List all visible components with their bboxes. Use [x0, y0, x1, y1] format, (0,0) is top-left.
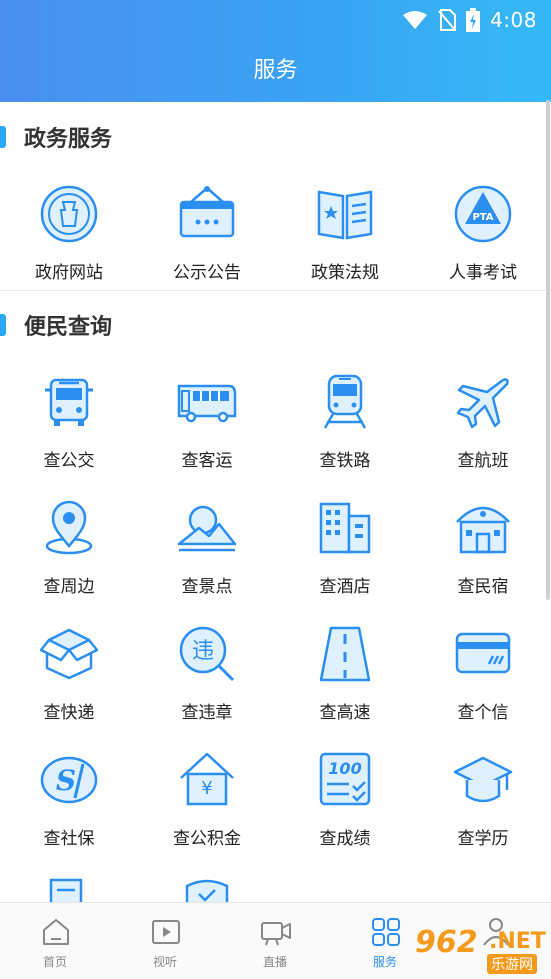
- query-score[interactable]: 100 查成绩: [276, 750, 414, 860]
- service-label: 查酒店: [319, 577, 371, 597]
- grid-icon: [372, 918, 400, 946]
- watermark-site: 乐游网: [487, 954, 537, 974]
- query-more-1[interactable]: [0, 876, 138, 902]
- service-government-website[interactable]: 政府网站: [0, 184, 138, 294]
- no-sim-icon: [438, 9, 457, 31]
- service-label: 政策法规: [311, 263, 379, 283]
- wifi-icon: [403, 11, 428, 29]
- document-icon: [49, 878, 83, 902]
- service-label: 查民宿: [457, 577, 509, 597]
- query-scenic[interactable]: 查景点: [138, 498, 276, 608]
- query-housing-fund[interactable]: ¥ 查公积金: [138, 750, 276, 860]
- social-security-icon: S: [40, 756, 98, 804]
- site-watermark: 962 .NET 乐游网: [415, 925, 547, 975]
- scrollbar[interactable]: [546, 100, 550, 600]
- section-title-convenience: 便民查询: [0, 305, 112, 345]
- section-accent-bar: [0, 126, 6, 148]
- section-accent-bar: [0, 314, 6, 336]
- home-icon: [43, 919, 69, 945]
- service-label: 查违章: [181, 703, 233, 723]
- query-railway[interactable]: 查铁路: [276, 372, 414, 482]
- highway-icon: [319, 626, 371, 682]
- service-public-notice[interactable]: 公示公告: [138, 184, 276, 294]
- package-icon: [39, 628, 99, 680]
- airplane-icon: [456, 378, 509, 429]
- homestay-icon: [456, 506, 510, 554]
- service-label: 查高速: [319, 703, 371, 723]
- tab-label: 直播: [262, 955, 287, 969]
- violation-search-icon: 违: [179, 626, 235, 682]
- query-violation[interactable]: 违 查违章: [138, 624, 276, 734]
- shield-icon: [185, 879, 229, 902]
- service-label: 查学历: [457, 829, 509, 849]
- tab-video[interactable]: 视听: [110, 903, 220, 979]
- section-title-government: 政务服务: [0, 117, 112, 157]
- tab-label: 视听: [152, 955, 177, 969]
- graduation-cap-icon: [453, 756, 513, 803]
- pta-exam-icon: PTA: [454, 185, 512, 243]
- service-label: 查公积金: [173, 829, 241, 849]
- query-hotel[interactable]: 查酒店: [276, 498, 414, 608]
- policy-book-icon: [317, 190, 373, 240]
- svg-text:违: 违: [192, 639, 214, 664]
- tab-home[interactable]: 首页: [0, 903, 110, 979]
- bus-icon: [45, 378, 93, 426]
- scenery-icon: [177, 505, 237, 552]
- location-pin-icon: [45, 500, 93, 555]
- query-homestay[interactable]: 查民宿: [414, 498, 551, 608]
- service-label: 查景点: [181, 577, 233, 597]
- section-divider: [0, 290, 551, 291]
- score-icon: 100: [319, 752, 371, 806]
- status-time: 4:08: [490, 8, 537, 32]
- service-label: 查公交: [43, 451, 95, 471]
- train-icon: [323, 374, 367, 429]
- notice-board-icon: [179, 186, 235, 238]
- service-content[interactable]: 政务服务 政府网站 公示公告 政策法规 PTA 人事考试 便民查询 查公交 查客…: [0, 102, 551, 902]
- query-coach[interactable]: 查客运: [138, 372, 276, 482]
- service-label: 查快递: [43, 703, 95, 723]
- tab-live[interactable]: 直播: [220, 903, 330, 979]
- housing-fund-icon: ¥: [180, 752, 234, 806]
- status-bar: 4:08: [402, 4, 537, 36]
- service-label: 查铁路: [319, 451, 371, 471]
- credit-card-icon: [455, 632, 511, 674]
- service-label: 查客运: [181, 451, 233, 471]
- service-label: 人事考试: [449, 263, 517, 283]
- video-icon: [152, 920, 180, 944]
- query-flight[interactable]: 查航班: [414, 372, 551, 482]
- svg-text:¥: ¥: [201, 778, 212, 799]
- page-title: 服务: [253, 58, 298, 83]
- service-label: 政府网站: [35, 263, 103, 283]
- hotel-icon: [319, 502, 371, 554]
- service-label: 查社保: [43, 829, 95, 849]
- service-policy[interactable]: 政策法规: [276, 184, 414, 294]
- section-title-text: 便民查询: [24, 315, 113, 340]
- query-social-security[interactable]: S 查社保: [0, 750, 138, 860]
- query-bus[interactable]: 查公交: [0, 372, 138, 482]
- tab-label: 首页: [42, 955, 67, 969]
- service-label: 查成绩: [319, 829, 371, 849]
- live-camera-icon: [261, 922, 291, 946]
- query-nearby[interactable]: 查周边: [0, 498, 138, 608]
- svg-text:PTA: PTA: [472, 212, 493, 223]
- query-education[interactable]: 查学历: [414, 750, 551, 860]
- query-highway[interactable]: 查高速: [276, 624, 414, 734]
- service-personnel-exam[interactable]: PTA 人事考试: [414, 184, 551, 294]
- service-label: 查航班: [457, 451, 509, 471]
- service-label: 查个信: [457, 703, 509, 723]
- watermark-suffix: .NET: [489, 929, 546, 954]
- coach-icon: [177, 384, 237, 423]
- government-emblem-icon: [40, 185, 98, 243]
- battery-charging-icon: [466, 8, 481, 32]
- watermark-number: 962: [415, 925, 478, 960]
- service-label: 查周边: [43, 577, 95, 597]
- app-header: 4:08 服务: [0, 0, 551, 102]
- query-more-2[interactable]: [138, 876, 276, 902]
- query-express[interactable]: 查快递: [0, 624, 138, 734]
- query-credit[interactable]: 查个信: [414, 624, 551, 734]
- section-title-text: 政务服务: [24, 127, 113, 152]
- svg-text:S: S: [56, 764, 76, 797]
- svg-text:100: 100: [328, 759, 361, 778]
- service-label: 公示公告: [173, 263, 241, 283]
